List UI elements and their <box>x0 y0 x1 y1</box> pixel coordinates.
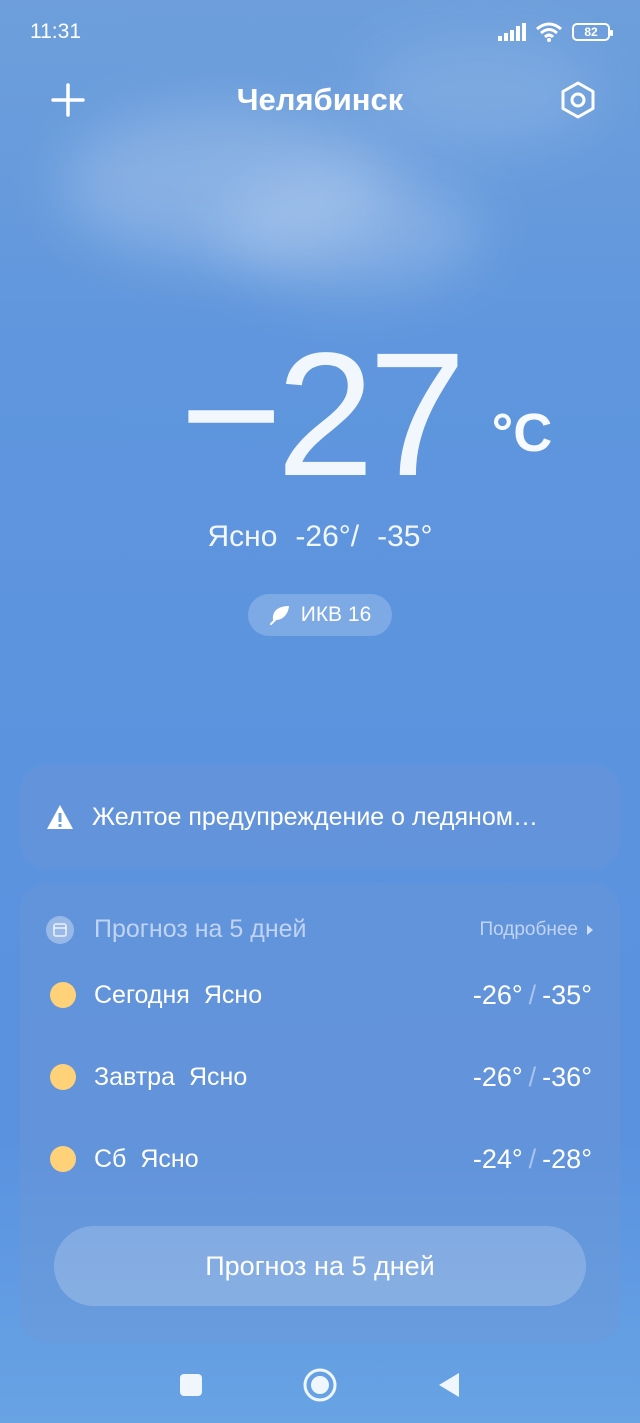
weather-warning-card[interactable]: Желтое предупреждение о ледяном… <box>20 765 620 869</box>
forecast-day-row[interactable]: Сегодня Ясно -26° / -35° <box>50 975 592 1015</box>
day-name: Завтра <box>94 1062 175 1091</box>
day-name: Сегодня <box>94 980 190 1009</box>
battery-level: 82 <box>584 25 598 39</box>
day-low: -28° <box>542 1143 592 1174</box>
forecast-title-group: Прогноз на 5 дней <box>46 915 307 944</box>
day-condition: Ясно <box>140 1144 199 1173</box>
add-city-button[interactable] <box>48 80 88 120</box>
home-circle-icon[interactable] <box>303 1368 337 1402</box>
temp-separator: / <box>528 979 537 1010</box>
temperature-value: −27 °C <box>180 327 553 503</box>
temperature-unit: °C <box>491 403 553 463</box>
day-temps: -26° / -36° <box>473 1062 592 1093</box>
gear-hex-icon <box>561 81 595 119</box>
temp-range: -26°/-35° <box>295 520 433 553</box>
settings-button[interactable] <box>558 80 598 120</box>
battery-icon: 82 <box>572 23 613 41</box>
five-day-forecast-button[interactable]: Прогноз на 5 дней <box>54 1226 586 1306</box>
status-icons: 82 <box>498 22 613 42</box>
temp-low: -35° <box>377 520 433 553</box>
temp-high: -26° <box>295 520 351 553</box>
day-high: -24° <box>472 1143 523 1174</box>
condition-text: Ясно <box>207 520 278 553</box>
day-low: -35° <box>542 979 592 1010</box>
day-high: -26° <box>472 1061 523 1092</box>
day-condition: Ясно <box>189 1062 248 1091</box>
forecast-title: Прогноз на 5 дней <box>94 915 307 943</box>
day-text: Завтра Ясно <box>94 1063 247 1092</box>
temp-separator: / <box>528 1061 537 1092</box>
temperature-number: −27 <box>179 317 467 513</box>
day-temps: -26° / -35° <box>473 980 592 1011</box>
forecast-day-row[interactable]: Завтра Ясно -26° / -36° <box>50 1057 592 1097</box>
status-bar: 11:31 82 <box>0 0 640 64</box>
forecast-day-row[interactable]: Сб Ясно -24° / -28° <box>50 1139 592 1179</box>
forecast-header: Прогноз на 5 дней Подробнее <box>46 915 594 944</box>
day-info: Сб Ясно <box>50 1145 199 1174</box>
more-link[interactable]: Подробнее <box>479 919 594 941</box>
current-temperature: −27 °C <box>0 327 640 503</box>
day-info: Завтра Ясно <box>50 1063 247 1092</box>
sun-icon <box>50 1064 76 1090</box>
plus-icon <box>51 83 85 117</box>
condition-line: Ясно -26°/-35° <box>0 520 640 554</box>
more-label: Подробнее <box>479 918 578 940</box>
day-text: Сб Ясно <box>94 1145 199 1174</box>
day-condition: Ясно <box>203 980 263 1009</box>
day-text: Сегодня Ясно <box>94 981 262 1010</box>
back-triangle-icon[interactable] <box>437 1371 461 1399</box>
warning-text: Желтое предупреждение о ледяном… <box>92 802 538 831</box>
day-info: Сегодня Ясно <box>50 981 262 1010</box>
five-day-forecast-label: Прогноз на 5 дней <box>205 1250 435 1281</box>
sun-icon <box>50 1146 76 1172</box>
aqi-label: ИКВ 16 <box>300 603 372 626</box>
signal-icon <box>498 23 526 41</box>
leaf-icon <box>269 606 289 625</box>
chevron-right-icon <box>587 924 593 935</box>
wifi-icon <box>536 22 562 42</box>
city-name[interactable]: Челябинск <box>237 82 404 118</box>
day-low: -36° <box>542 1061 592 1092</box>
recents-square-icon[interactable] <box>179 1373 203 1397</box>
cloud-decoration <box>220 170 480 290</box>
day-high: -26° <box>472 979 523 1010</box>
warning-triangle-icon <box>47 805 73 829</box>
temp-separator: / <box>528 1143 537 1174</box>
sun-icon <box>50 982 76 1008</box>
top-bar: Челябинск <box>0 70 640 130</box>
navigation-bar <box>0 1352 640 1418</box>
day-temps: -24° / -28° <box>473 1144 592 1175</box>
status-time: 11:31 <box>30 20 81 43</box>
day-name: Сб <box>94 1144 127 1173</box>
forecast-card: Прогноз на 5 дней Подробнее Сегодня Ясно … <box>20 883 620 1343</box>
calendar-icon <box>46 915 74 944</box>
aqi-badge[interactable]: ИКВ 16 <box>248 594 392 636</box>
